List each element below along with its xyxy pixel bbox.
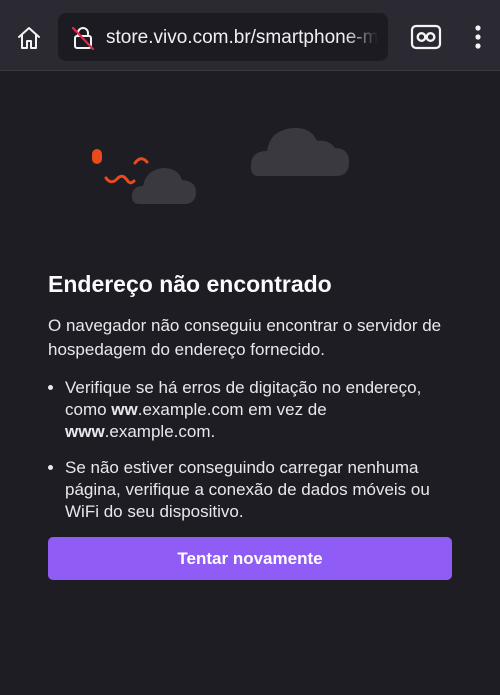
error-illustration: [92, 127, 349, 204]
error-content: Endereço não encontrado O navegador não …: [48, 266, 458, 537]
url-text[interactable]: store.vivo.com.br/smartphone-motorola-ed…: [106, 27, 378, 49]
large-cloud-icon: [250, 127, 349, 176]
tip-typo-bold-2: www: [65, 422, 105, 441]
tip-typo-text-3: .example.com.: [104, 422, 216, 441]
tip-typo: Verifique se há erros de digitação no en…: [65, 377, 458, 443]
face-doodle-icon: [92, 149, 149, 185]
tip-typo-bold-1: ww: [111, 400, 138, 419]
try-again-button[interactable]: Tentar novamente: [48, 537, 452, 580]
home-button[interactable]: [12, 21, 46, 55]
url-bar[interactable]: store.vivo.com.br/smartphone-motorola-ed…: [58, 13, 388, 61]
tips-list: Verifique se há erros de digitação no en…: [48, 377, 458, 523]
reader-mode-icon[interactable]: [410, 24, 442, 50]
error-description: O navegador não conseguiu encontrar o se…: [48, 316, 442, 359]
browser-toolbar: store.vivo.com.br/smartphone-motorola-ed…: [0, 0, 500, 71]
page-title: Endereço não encontrado: [48, 271, 332, 297]
home-icon: [18, 27, 40, 49]
small-cloud-icon: [131, 168, 196, 204]
tip-connection: Se não estiver conseguindo carregar nenh…: [65, 457, 458, 523]
tip-typo-text-2: .example.com em vez de: [137, 400, 327, 419]
insecure-lock-icon: [71, 26, 95, 51]
overflow-menu-icon[interactable]: [466, 22, 490, 52]
